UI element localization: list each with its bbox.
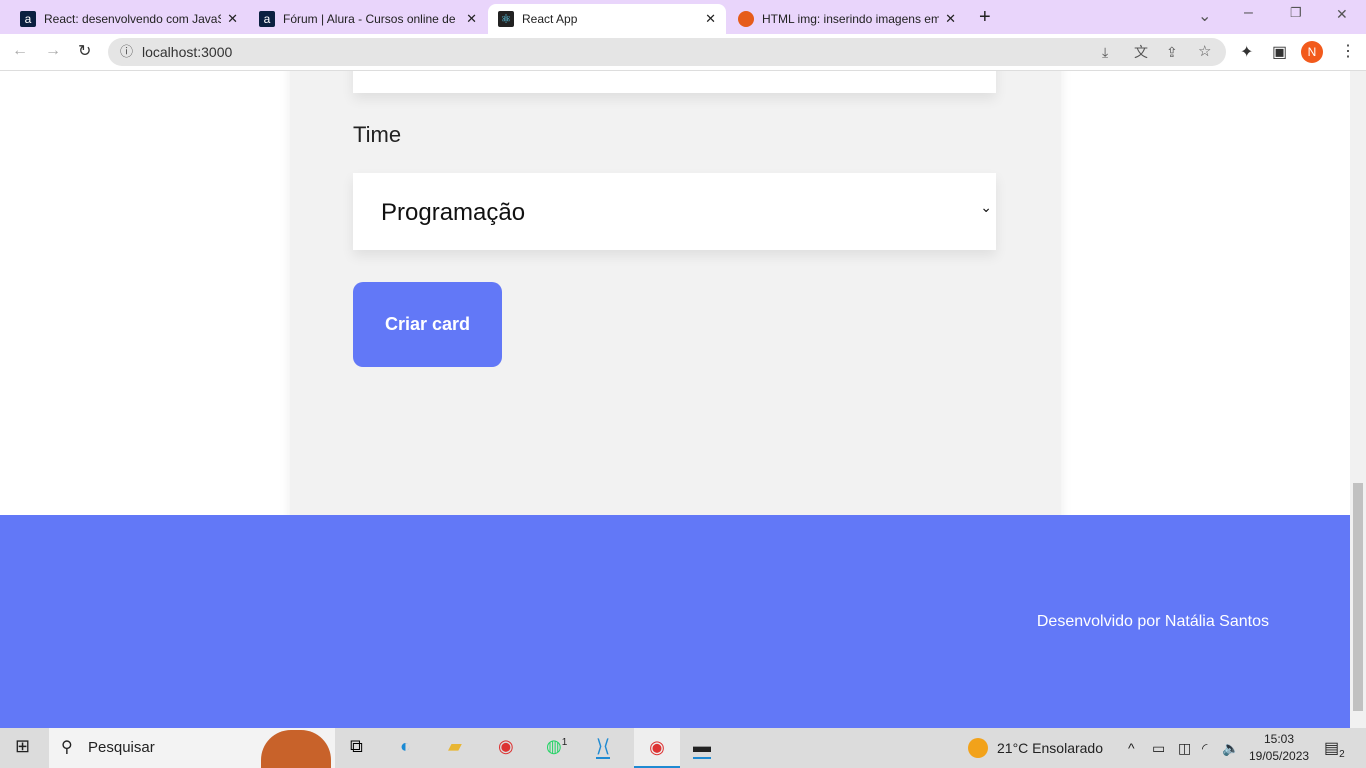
battery-icon[interactable]: ▭	[1152, 740, 1165, 757]
create-card-button[interactable]: Criar card	[353, 282, 502, 367]
taskbar: ⊞ ⚲ Pesquisar ⧉ ◐ ▰ ◉ ◍1 ⟩⟨ ◉ ▬ 21°C Enso…	[0, 728, 1366, 768]
team-select[interactable]: Programação ⌄	[353, 173, 996, 250]
team-select-value: Programação	[381, 199, 526, 226]
back-icon[interactable]: ←	[12, 42, 28, 60]
scrollbar[interactable]	[1350, 71, 1366, 728]
show-hidden-icons-icon[interactable]: ^	[1128, 740, 1135, 756]
search-icon: ⚲	[61, 739, 73, 756]
card-form: Time Programação ⌄ Criar card	[290, 71, 1061, 571]
close-tab-icon[interactable]: ✕	[705, 11, 716, 27]
close-tab-icon[interactable]: ✕	[945, 11, 956, 27]
side-panel-icon[interactable]: ▣	[1272, 42, 1287, 62]
tab-title: HTML img: inserindo imagens em	[762, 12, 940, 26]
weather-sun-icon[interactable]	[968, 738, 988, 758]
terminal-icon[interactable]: ▬	[693, 736, 711, 759]
reload-icon[interactable]: ↻	[78, 41, 91, 61]
close-tab-icon[interactable]: ✕	[466, 11, 477, 27]
footer: Desenvolvido por Natália Santos	[0, 515, 1350, 728]
chrome-profile-icon[interactable]: ◉	[634, 728, 680, 768]
task-view-icon[interactable]: ⧉	[350, 736, 363, 757]
file-explorer-icon[interactable]: ▰	[448, 736, 462, 757]
alura-icon: a	[20, 11, 36, 27]
react-icon: ⚛	[498, 11, 514, 27]
tab-html-img[interactable]: HTML img: inserindo imagens em ✕	[728, 4, 966, 34]
orangutan-illustration	[261, 730, 331, 768]
text-input[interactable]	[353, 71, 996, 93]
menu-icon[interactable]: ⋮	[1340, 41, 1356, 61]
close-tab-icon[interactable]: ✕	[227, 11, 238, 27]
team-label: Time	[353, 122, 402, 147]
tab-search-icon[interactable]: ⌄	[1198, 6, 1211, 26]
vscode-icon[interactable]: ⟩⟨	[596, 736, 611, 759]
clock-date[interactable]: 19/05/2023	[1249, 749, 1309, 763]
whatsapp-icon[interactable]: ◍1	[546, 736, 567, 757]
scrollbar-thumb[interactable]	[1353, 483, 1363, 711]
extensions-icon[interactable]: ✦	[1240, 42, 1253, 62]
share-icon[interactable]: ⇪	[1166, 38, 1178, 66]
install-icon[interactable]: ⤓	[1102, 38, 1108, 66]
avatar[interactable]: N	[1301, 41, 1323, 63]
edge-icon[interactable]: ◐	[400, 736, 411, 757]
alura-icon: a	[259, 11, 275, 27]
whatsapp-badge: 1	[561, 737, 568, 748]
info-icon: ⓘ	[120, 44, 134, 59]
page-content: Time Programação ⌄ Criar card Desenvolvi…	[0, 71, 1350, 728]
minimize-icon[interactable]: –	[1244, 4, 1253, 22]
chevron-down-icon: ⌄	[980, 199, 992, 215]
footer-credit: Desenvolvido por Natália Santos	[1036, 613, 1269, 630]
mdn-icon	[738, 11, 754, 27]
tab-title: Fórum | Alura - Cursos online de	[283, 12, 456, 26]
tab-strip: a React: desenvolvendo com JavaS ✕ a Fórum …	[0, 0, 1366, 34]
tab-react-course[interactable]: a React: desenvolvendo com JavaS ✕	[10, 4, 248, 34]
tab-title: React App	[522, 12, 578, 26]
clock-time[interactable]: 15:03	[1264, 732, 1294, 746]
browser-toolbar: ← → ↻ ⓘ localhost:3000 ⤓ 文 ⇪ ☆ ✦ ▣ N ⋮	[0, 34, 1366, 71]
forward-icon[interactable]: →	[45, 42, 61, 60]
wifi-icon[interactable]: ◜	[1202, 740, 1207, 757]
search-placeholder: Pesquisar	[88, 739, 155, 756]
new-tab-icon[interactable]: +	[979, 6, 991, 29]
notification-count: 2	[1339, 749, 1345, 761]
close-window-icon[interactable]: ✕	[1336, 6, 1348, 23]
bookmark-star-icon[interactable]: ☆	[1198, 38, 1211, 66]
windows-start-icon[interactable]: ⊞	[15, 736, 30, 757]
chrome-icon[interactable]: ◉	[498, 736, 514, 757]
translate-icon[interactable]: 文	[1134, 38, 1148, 66]
notifications-icon[interactable]: ▤2	[1324, 738, 1345, 760]
restore-icon[interactable]: ❐	[1290, 5, 1302, 21]
tab-react-app[interactable]: ⚛ React App ✕	[488, 4, 726, 34]
taskbar-search[interactable]: ⚲ Pesquisar	[49, 728, 335, 768]
camera-icon[interactable]: ◫	[1178, 740, 1191, 757]
weather-text[interactable]: 21°C Ensolarado	[997, 740, 1103, 756]
url-text: localhost:3000	[142, 44, 233, 60]
tab-forum[interactable]: a Fórum | Alura - Cursos online de ✕	[249, 4, 487, 34]
address-bar[interactable]: ⓘ localhost:3000 ⤓ 文 ⇪ ☆	[108, 38, 1226, 66]
tab-title: React: desenvolvendo com JavaS	[44, 12, 222, 26]
volume-icon[interactable]: 🔈	[1222, 740, 1239, 757]
